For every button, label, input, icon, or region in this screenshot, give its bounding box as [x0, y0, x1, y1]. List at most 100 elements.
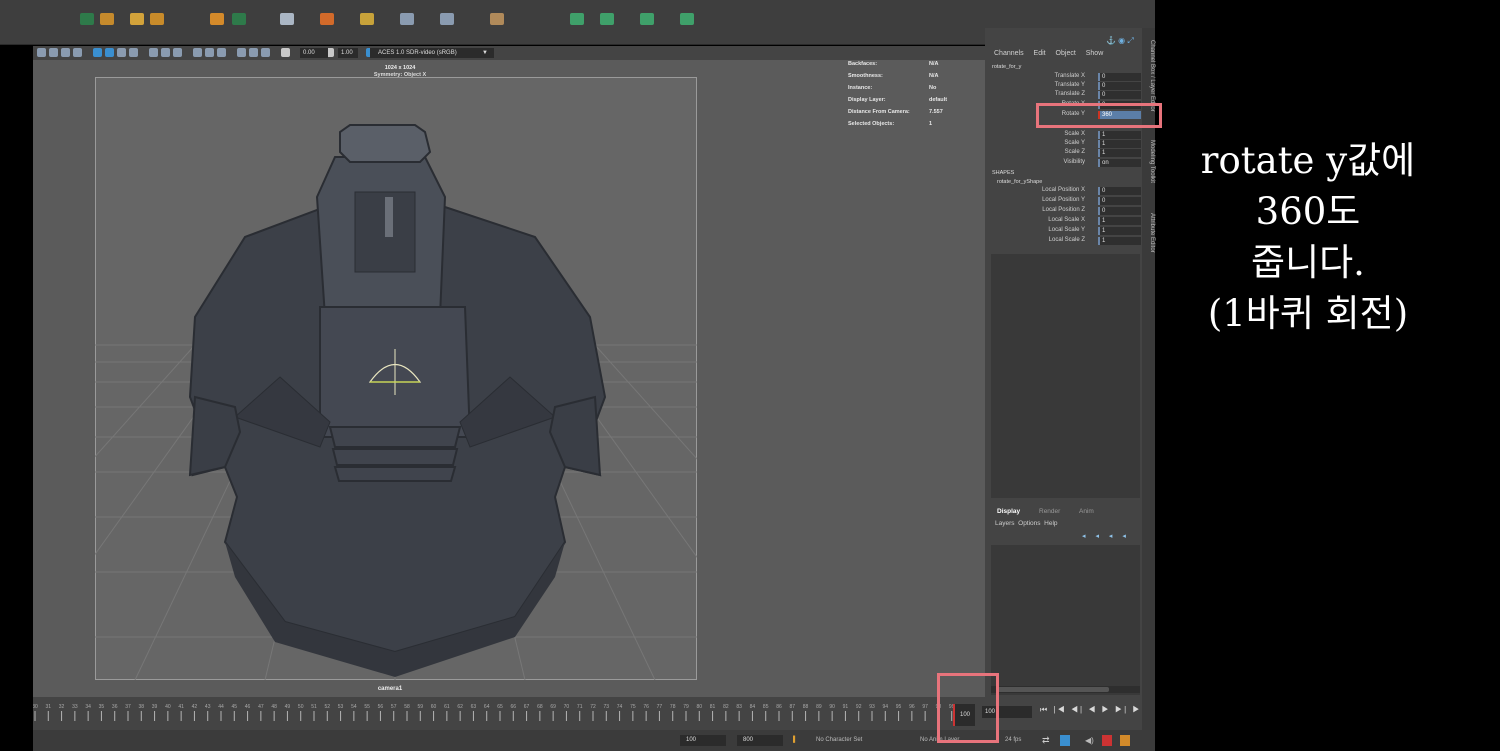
- shelf-tool-icon[interactable]: [100, 13, 114, 25]
- attr-scale-y[interactable]: Scale Y1: [991, 140, 1141, 149]
- shelf-tool-icon[interactable]: [232, 13, 246, 25]
- attr-local-scale-z[interactable]: Local Scale Z1: [991, 237, 1141, 246]
- ambient-occlusion-icon[interactable]: [161, 48, 170, 57]
- shelf-tool-icon[interactable]: [210, 13, 224, 25]
- menu-object[interactable]: Object: [1056, 50, 1076, 57]
- shelf-tool-icon[interactable]: [400, 13, 414, 25]
- playback-controls[interactable]: ⏮ |◀ ◀| ◀ ▶ ▶| ▶▶|: [1040, 705, 1155, 715]
- sound-icon[interactable]: ◀): [1085, 735, 1094, 746]
- tab-anim[interactable]: Anim: [1079, 508, 1094, 515]
- attr-scale-x[interactable]: Scale X1: [991, 131, 1141, 140]
- shelf-tool-icon[interactable]: [360, 13, 374, 25]
- shelf-tool-icon[interactable]: [320, 13, 334, 25]
- shelf-tool-icon[interactable]: [600, 13, 614, 25]
- timeline-tick-label: 89: [816, 704, 822, 710]
- layout-icon[interactable]: [237, 48, 246, 57]
- grid-icon[interactable]: [49, 48, 58, 57]
- shadow-icon[interactable]: [149, 48, 158, 57]
- shelf-tool-icon[interactable]: [440, 13, 454, 25]
- attr-translate-z[interactable]: Translate Z0: [991, 91, 1141, 100]
- xray-joints-icon[interactable]: [217, 48, 226, 57]
- smooth-shade-icon[interactable]: [105, 48, 114, 57]
- object-name[interactable]: rotate_for_y: [992, 64, 1021, 70]
- shelf-tool-icon[interactable]: [490, 13, 504, 25]
- scrollbar-thumb[interactable]: [997, 687, 1109, 692]
- horizontal-scrollbar[interactable]: [991, 686, 1140, 693]
- attr-scale-z[interactable]: Scale Z1: [991, 149, 1141, 158]
- scene-render[interactable]: [95, 77, 697, 680]
- shelf-tool-icon[interactable]: [150, 13, 164, 25]
- isolate-select-icon[interactable]: [193, 48, 202, 57]
- attr-local-position-y[interactable]: Local Position Y0: [991, 197, 1141, 206]
- timeline-tick-label: 74: [617, 704, 623, 710]
- shelf-tool-icon[interactable]: [80, 13, 94, 25]
- symmetry-label: Symmetry: Object X: [373, 72, 427, 78]
- attr-local-position-x[interactable]: Local Position X0: [991, 187, 1141, 196]
- hud-distance: Distance From Camera: 7.557: [848, 109, 943, 115]
- layer-list[interactable]: [991, 545, 1140, 695]
- timeline-ticks: 30 31 32 33 34 35 36 37 38 39 40 41 42 43 44 45 46 47 48 49…: [33, 704, 969, 721]
- xray-icon[interactable]: [205, 48, 214, 57]
- film-gate-icon[interactable]: [61, 48, 70, 57]
- character-set-dropdown[interactable]: No Character Set: [816, 735, 862, 746]
- exposure-field[interactable]: 0.00: [300, 48, 328, 58]
- menu-channels[interactable]: Channels: [994, 50, 1024, 57]
- attr-local-position-z[interactable]: Local Position Z0: [991, 207, 1141, 216]
- camera-icon[interactable]: [37, 48, 46, 57]
- layout-icon[interactable]: [249, 48, 258, 57]
- attr-translate-x[interactable]: Translate X0: [991, 73, 1141, 82]
- timeline-tick-label: 56: [378, 704, 384, 710]
- range-end-field[interactable]: 800: [737, 735, 783, 746]
- timeline-tick-label: 49: [285, 704, 291, 710]
- timeline-tick-label: 47: [258, 704, 264, 710]
- timeline-tick-label: 91: [843, 704, 849, 710]
- preferences-icon[interactable]: [1120, 735, 1130, 746]
- timeline-tick-label: 36: [112, 704, 118, 710]
- wireframe-icon[interactable]: [93, 48, 102, 57]
- layer-buttons-icon[interactable]: ◂ ◂ ◂ ◂: [1082, 532, 1130, 540]
- menu-layers[interactable]: Layers: [995, 520, 1015, 527]
- cache-icon[interactable]: [1060, 735, 1070, 746]
- fps-dropdown[interactable]: 24 fps: [1005, 735, 1021, 746]
- anti-alias-icon[interactable]: [173, 48, 182, 57]
- tab-modeling-toolkit[interactable]: Modeling Toolkit: [1142, 140, 1155, 183]
- exposure-icon[interactable]: [281, 48, 290, 57]
- armor-model[interactable]: [188, 124, 607, 677]
- timeline-tick-label: 54: [351, 704, 357, 710]
- menu-show[interactable]: Show: [1086, 50, 1104, 57]
- tab-display[interactable]: Display: [997, 508, 1020, 515]
- timeline-tick-label: 93: [869, 704, 875, 710]
- gamma-field[interactable]: 1.00: [338, 48, 358, 58]
- timeline-tick-label: 55: [364, 704, 370, 710]
- range-start-field[interactable]: 100: [680, 735, 726, 746]
- shape-name[interactable]: rotate_for_yShape: [997, 179, 1042, 185]
- menu-edit[interactable]: Edit: [1034, 50, 1046, 57]
- colorspace-dropdown[interactable]: ACES 1.0 SDR-video (sRGB) ▼: [370, 48, 494, 58]
- shelf-tool-icon[interactable]: [130, 13, 144, 25]
- shelf-tool-icon[interactable]: [280, 13, 294, 25]
- menu-help[interactable]: Help: [1044, 520, 1057, 527]
- panel-icons[interactable]: ⚓ ◉ ⤢: [1106, 36, 1134, 46]
- shelf-tool-icon[interactable]: [640, 13, 654, 25]
- script-icon[interactable]: [1102, 735, 1112, 746]
- timeline-tick-label: 38: [139, 704, 145, 710]
- attr-translate-y[interactable]: Translate Y0: [991, 82, 1141, 91]
- tab-render[interactable]: Render: [1039, 508, 1060, 515]
- shelf-tool-icon[interactable]: [680, 13, 694, 25]
- auto-key-icon[interactable]: ▌: [793, 735, 807, 746]
- menu-options[interactable]: Options: [1018, 520, 1040, 527]
- lighting-icon[interactable]: [129, 48, 138, 57]
- time-slider[interactable]: 30 31 32 33 34 35 36 37 38 39 40 41 42 43 44 45 46 47 48 49…: [33, 697, 985, 730]
- layout-icon[interactable]: [261, 48, 270, 57]
- tab-channel-box-layer-editor[interactable]: Channel Box / Layer Editor: [1142, 40, 1155, 112]
- shelf-tool-icon[interactable]: [570, 13, 584, 25]
- textured-icon[interactable]: [117, 48, 126, 57]
- loop-icon[interactable]: ⇄: [1042, 735, 1050, 746]
- tab-attribute-editor[interactable]: Attribute Editor: [1142, 213, 1155, 253]
- attr-local-scale-y[interactable]: Local Scale Y1: [991, 227, 1141, 236]
- attr-visibility[interactable]: Visibility on: [991, 159, 1141, 168]
- timeline-tick-label: 48: [271, 704, 277, 710]
- attr-local-scale-x[interactable]: Local Scale X1: [991, 217, 1141, 226]
- resolution-gate-icon[interactable]: [73, 48, 82, 57]
- timeline-tick-label: 42: [192, 704, 198, 710]
